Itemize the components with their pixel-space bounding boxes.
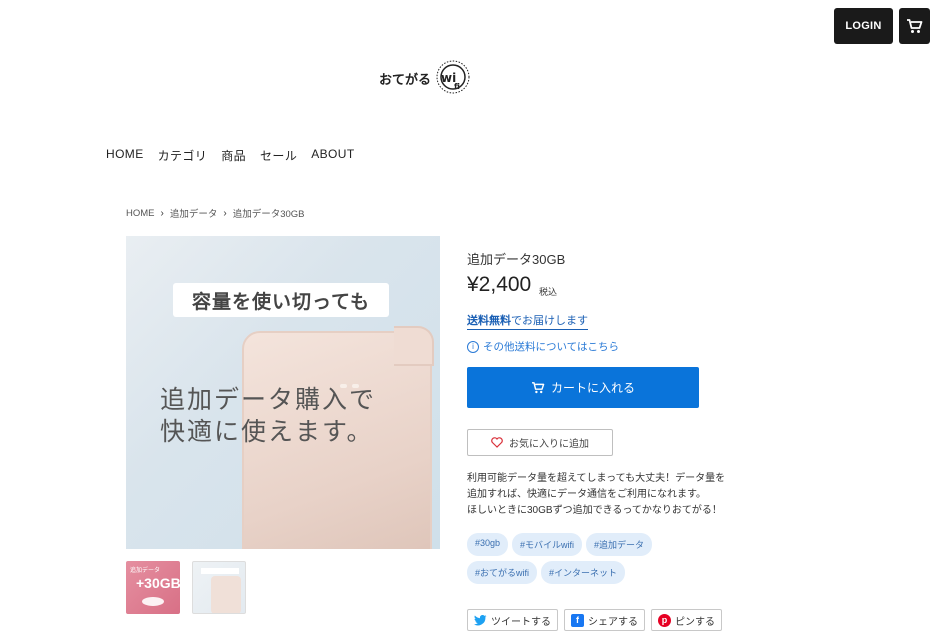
add-to-favorites-button[interactable]: お気に入りに追加 <box>467 429 613 456</box>
facebook-icon: f <box>571 613 584 627</box>
tag-item[interactable]: #追加データ <box>586 533 653 556</box>
header-actions: LOGIN <box>834 8 930 44</box>
chevron-right-icon: › <box>160 207 164 219</box>
product-description: 利用可能データ量を超えてしまっても大丈夫！データ量を 追加すれば、快適にデータ通… <box>467 471 737 519</box>
nav-item-about[interactable]: ABOUT <box>311 147 354 164</box>
image-overlay-text: 追加データ購入で 快適に使えます。 <box>160 384 376 448</box>
router-device-tab <box>394 326 434 366</box>
product-price: ¥2,400 <box>467 273 532 296</box>
cart-button[interactable] <box>899 8 930 44</box>
breadcrumb-current: 追加データ30GB <box>232 209 305 220</box>
tweet-button[interactable]: ツイートする <box>467 609 558 631</box>
facebook-share-label: シェアする <box>588 616 638 628</box>
breadcrumb-category[interactable]: 追加データ <box>170 206 218 220</box>
facebook-share-button[interactable]: f シェアする <box>564 609 645 631</box>
info-icon: i <box>467 340 479 353</box>
twitter-icon <box>474 614 487 625</box>
thumbnail-2[interactable] <box>192 561 246 614</box>
share-buttons: ツイートする f シェアする p ピンする <box>467 609 722 631</box>
svg-text:おてがる: おてがる <box>379 72 431 88</box>
favorites-label: お気に入りに追加 <box>509 439 589 450</box>
breadcrumb-home[interactable]: HOME <box>126 208 155 219</box>
thumb-label-small: 追加データ <box>130 568 161 574</box>
breadcrumb: HOME › 追加データ › 追加データ30GB <box>126 206 305 221</box>
cart-icon <box>907 18 923 33</box>
image-headline: 容量を使い切っても <box>173 283 389 317</box>
add-to-cart-button[interactable]: カートに入れる <box>467 367 699 408</box>
tag-item[interactable]: #インターネット <box>541 561 626 584</box>
description-line: 利用可能データ量を超えてしまっても大丈夫！データ量を <box>467 473 726 484</box>
nav-item-category[interactable]: カテゴリ <box>158 147 208 164</box>
thumb-device-graphic <box>211 576 241 613</box>
login-button[interactable]: LOGIN <box>834 8 893 44</box>
free-shipping-strong: 送料無料 <box>467 315 511 327</box>
description-line: 追加すれば、快適にデータ通信をご利用になれます。 <box>467 489 706 500</box>
pinterest-icon: p <box>658 613 671 627</box>
heart-icon <box>491 437 503 448</box>
other-shipping-label: その他送料についてはこちら <box>483 341 619 353</box>
nav-item-sale[interactable]: セール <box>260 147 297 164</box>
free-shipping-link[interactable]: 送料無料でお届けします <box>467 312 588 330</box>
pinterest-label: ピンする <box>675 616 715 628</box>
thumb-label-big: +30GB <box>136 575 180 591</box>
pinterest-button[interactable]: p ピンする <box>651 609 722 631</box>
thumbnail-1[interactable]: 追加データ +30GB <box>126 561 180 614</box>
cart-icon <box>531 381 545 393</box>
thumb-disk-graphic <box>142 597 164 606</box>
tweet-label: ツイートする <box>491 616 551 628</box>
tag-item[interactable]: #モバイルwifi <box>512 533 583 556</box>
free-shipping-rest: でお届けします <box>511 315 588 327</box>
overlay-line-1: 追加データ購入で <box>160 386 377 414</box>
product-main-image[interactable]: 容量を使い切っても 追加データ購入で 快適に使えます。 <box>126 236 440 549</box>
tax-label: 税込 <box>539 287 558 297</box>
main-nav: HOME カテゴリ 商品 セール ABOUT <box>106 147 355 164</box>
overlay-line-2: 快適に使えます。 <box>160 418 374 446</box>
add-to-cart-label: カートに入れる <box>550 381 635 395</box>
nav-item-products[interactable]: 商品 <box>221 147 246 164</box>
chevron-right-icon: › <box>223 207 227 219</box>
nav-item-home[interactable]: HOME <box>106 147 144 164</box>
thumb-headline-bar <box>201 568 239 574</box>
other-shipping-link[interactable]: i その他送料についてはこちら <box>467 339 619 354</box>
thumbnail-list: 追加データ +30GB <box>126 561 246 614</box>
tag-list: #30gb #モバイルwifi #追加データ #おてがるwifi #インターネッ… <box>467 533 667 584</box>
tag-item[interactable]: #30gb <box>467 533 509 556</box>
site-logo[interactable]: おてがる wi fi <box>377 54 477 98</box>
description-line: ほしいときに30GBずつ追加できるってかなりおてがる！ <box>467 505 722 516</box>
svg-text:fi: fi <box>454 82 460 91</box>
product-title: 追加データ30GB <box>467 252 566 267</box>
tag-item[interactable]: #おてがるwifi <box>467 561 538 584</box>
